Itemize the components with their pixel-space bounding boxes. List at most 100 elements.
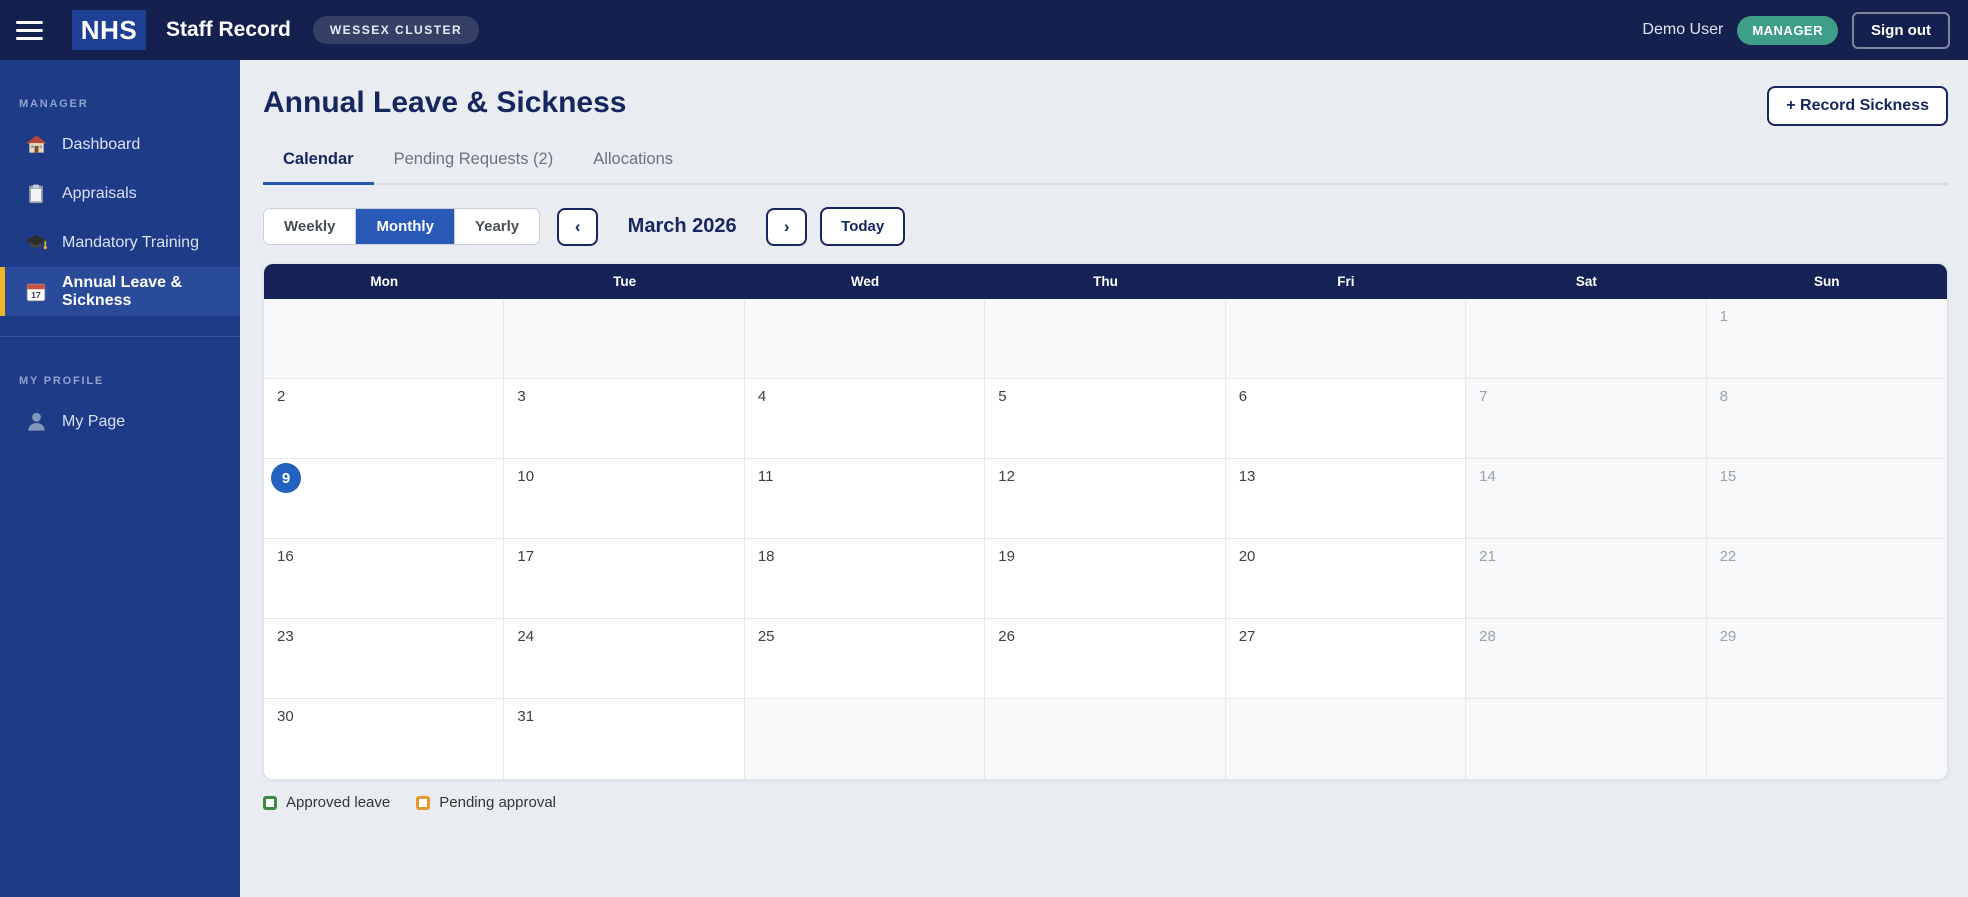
calendar-cell-day-9[interactable]: 9 (264, 459, 505, 539)
view-toggle-yearly[interactable]: Yearly (453, 209, 540, 244)
calendar-cell-day-30[interactable]: 30 (264, 699, 505, 779)
calendar-cell-day-27[interactable]: 27 (1225, 619, 1467, 699)
calendar-cell-day-26[interactable]: 26 (985, 619, 1226, 699)
date-number: 22 (1719, 548, 1737, 565)
calendar-cell-empty[interactable] (264, 299, 505, 379)
view-toggle-weekly[interactable]: Weekly (264, 209, 356, 244)
calendar-cell-day-12[interactable]: 12 (985, 459, 1226, 539)
app-title: Staff Record (166, 18, 291, 41)
date-number: 6 (1238, 388, 1248, 405)
user-name: Demo User (1642, 21, 1724, 38)
sidebar-item-my-page[interactable]: My Page (0, 397, 240, 446)
sidebar-item-label: Appraisals (62, 184, 137, 202)
calendar-cell-day-8[interactable]: 8 (1706, 379, 1947, 459)
tab-allocations[interactable]: Allocations (573, 150, 693, 185)
calendar-cell-day-20[interactable]: 20 (1225, 539, 1467, 619)
view-toggle-monthly[interactable]: Monthly (355, 209, 454, 244)
sidebar-item-label: My Page (62, 412, 126, 430)
date-number: 13 (1238, 468, 1256, 485)
calendar-cell-day-14[interactable]: 14 (1466, 459, 1707, 539)
sidebar-divider (0, 336, 240, 337)
calendar-cell-empty[interactable] (1466, 699, 1707, 779)
calendar-cell-day-25[interactable]: 25 (744, 619, 986, 699)
svg-text:17: 17 (31, 289, 41, 299)
calendar-cell-day-5[interactable]: 5 (985, 379, 1226, 459)
calendar-cell-day-13[interactable]: 13 (1225, 459, 1467, 539)
sign-out-button[interactable]: Sign out (1852, 11, 1950, 49)
current-period-label: March 2026 (627, 215, 737, 237)
date-number: 4 (757, 388, 767, 405)
sidebar-item-label: Dashboard (62, 135, 141, 153)
calendar-cell-day-7[interactable]: 7 (1466, 379, 1707, 459)
calendar-cell-day-22[interactable]: 22 (1706, 539, 1947, 619)
calendar-controls: Weekly Monthly Yearly ‹ March 2026 › Today (263, 207, 1948, 246)
graduation-cap-icon (24, 231, 48, 255)
calendar-cell-day-24[interactable]: 24 (504, 619, 745, 699)
sidebar-item-annual-leave-sickness[interactable]: 17 Annual Leave & Sickness (0, 267, 240, 316)
sidebar-item-label: Mandatory Training (62, 233, 199, 251)
record-sickness-button[interactable]: + Record Sickness (1767, 86, 1948, 126)
calendar-cell-day-21[interactable]: 21 (1466, 539, 1707, 619)
date-number: 24 (517, 628, 535, 645)
calendar-cell-day-6[interactable]: 6 (1225, 379, 1467, 459)
calendar-cell-empty[interactable] (1225, 299, 1467, 379)
tab-pending-requests-2[interactable]: Pending Requests (2) (374, 150, 574, 185)
calendar-cell-day-10[interactable]: 10 (504, 459, 745, 539)
calendar-cell-day-28[interactable]: 28 (1466, 619, 1707, 699)
view-toggle: Weekly Monthly Yearly (263, 208, 541, 245)
sidebar-item-label: Annual Leave & Sickness (62, 273, 183, 309)
calendar-cell-empty[interactable] (1466, 299, 1707, 379)
date-number: 18 (757, 548, 775, 565)
calendar-cell-day-16[interactable]: 16 (264, 539, 505, 619)
calendar-cell-day-18[interactable]: 18 (744, 539, 986, 619)
calendar-cell-empty[interactable] (504, 299, 745, 379)
calendar-cell-day-29[interactable]: 29 (1706, 619, 1947, 699)
calendar-cell-empty[interactable] (985, 699, 1226, 779)
date-number: 10 (517, 468, 535, 485)
day-header-mon: Mon (370, 274, 399, 289)
cluster-badge: WESSEX CLUSTER (312, 16, 480, 44)
date-number: 8 (1719, 388, 1728, 405)
date-number: 12 (998, 468, 1015, 485)
calendar-cell-day-2[interactable]: 2 (264, 379, 505, 459)
page-title: Annual Leave & Sickness (263, 86, 627, 119)
calendar-cell-empty[interactable] (1225, 699, 1467, 779)
calendar-cell-day-23[interactable]: 23 (264, 619, 505, 699)
calendar-cell-day-11[interactable]: 11 (744, 459, 986, 539)
calendar-card: Mon Tue Wed Thu Fri Sat Sun 1 2 3 4 5 6 7 8 9 10 11 12 13 1… (263, 263, 1948, 780)
day-header-wed: Wed (850, 274, 880, 289)
calendar-cell-empty[interactable] (1706, 699, 1947, 779)
sidebar-section-label: MY PROFILE (19, 375, 105, 387)
calendar-legend: Approved leave Pending approval (263, 794, 1948, 811)
day-header-sun: Sun (1814, 274, 1840, 289)
calendar-cell-day-15[interactable]: 15 (1706, 459, 1947, 539)
hamburger-menu-icon[interactable] (16, 15, 56, 45)
tab-calendar[interactable]: Calendar (263, 150, 374, 185)
sidebar-section-label: MANAGER (19, 98, 89, 110)
calendar-cell-day-3[interactable]: 3 (504, 379, 745, 459)
next-month-button[interactable]: › (766, 207, 808, 246)
day-header-tue: Tue (613, 274, 637, 289)
calendar-cell-day-4[interactable]: 4 (744, 379, 986, 459)
role-badge: MANAGER (1737, 15, 1838, 45)
sidebar-item-appraisals[interactable]: Appraisals (0, 169, 240, 218)
date-number: 2 (277, 388, 286, 405)
calendar-cell-day-1[interactable]: 1 (1706, 299, 1947, 379)
calendar-cell-day-31[interactable]: 31 (504, 699, 745, 779)
date-number: 5 (998, 388, 1007, 405)
date-number: 23 (277, 628, 294, 645)
calendar-cell-empty[interactable] (744, 299, 986, 379)
previous-month-button[interactable]: ‹ (557, 207, 599, 246)
date-number: 26 (998, 628, 1015, 645)
calendar-cell-empty[interactable] (985, 299, 1226, 379)
date-number: 29 (1719, 628, 1737, 645)
sidebar-item-dashboard[interactable]: Dashboard (0, 120, 240, 169)
date-number: 3 (517, 388, 526, 405)
sidebar-item-mandatory-training[interactable]: Mandatory Training (0, 218, 240, 267)
calendar-cell-empty[interactable] (744, 699, 986, 779)
legend-label: Approved leave (286, 794, 391, 811)
calendar-cell-day-17[interactable]: 17 (504, 539, 745, 619)
date-number: 21 (1479, 548, 1496, 565)
calendar-cell-day-19[interactable]: 19 (985, 539, 1226, 619)
today-button[interactable]: Today (820, 207, 906, 246)
